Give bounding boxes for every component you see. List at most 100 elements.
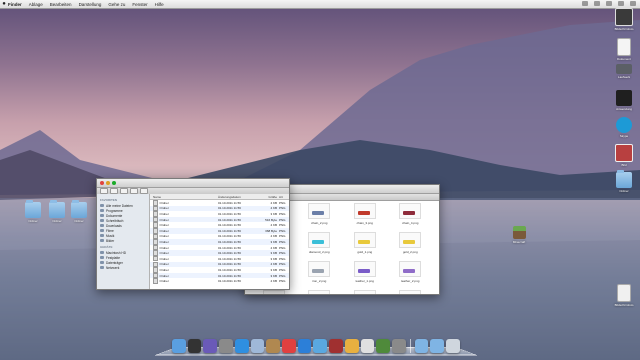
image-thumbnail-icon <box>353 232 376 248</box>
column-header-kind[interactable]: Art <box>277 195 289 199</box>
image-thumbnail-icon <box>308 232 331 248</box>
desktop-icon-drive[interactable]: Laufwerk <box>611 64 637 79</box>
file-icon-item[interactable]: chain_2.png <box>297 203 343 232</box>
launchpad-icon[interactable] <box>219 339 233 353</box>
file-icon-item[interactable]: gold_1.png <box>342 232 388 261</box>
status-icon[interactable] <box>606 1 612 6</box>
file-icon-item[interactable]: chain_4.png <box>388 203 434 232</box>
sidebar-item-pictures[interactable]: Bilder <box>97 238 149 243</box>
close-button[interactable] <box>100 181 104 185</box>
sidebar-section-heading: Geräte <box>100 245 113 249</box>
mail-icon[interactable] <box>250 339 265 353</box>
file-icon-item[interactable]: chain_3.png <box>342 203 388 232</box>
file-icon-item[interactable] <box>251 290 297 294</box>
row-name: Ordner <box>159 245 169 250</box>
finder-sidebar: Favoriten Alle meine Dateien Programme D… <box>97 194 150 289</box>
desktop-icon-label: Bild <box>621 163 627 167</box>
file-icon-item[interactable]: diamond_2.png <box>297 232 343 261</box>
row-size: 3 KB <box>270 239 277 244</box>
downloads-stack-icon[interactable] <box>414 339 429 353</box>
menu-fenster[interactable]: Fenster <box>132 2 147 7</box>
photobooth-icon[interactable] <box>329 339 343 353</box>
status-icon[interactable] <box>618 1 624 6</box>
row-size: 4 KB <box>270 206 277 211</box>
file-icon-label: chain_2.png <box>311 221 328 225</box>
file-icon-label: chain_3.png <box>356 221 373 225</box>
status-icon[interactable] <box>582 1 588 6</box>
desktop-icon-app[interactable]: Anwendung <box>611 90 637 111</box>
contacts-icon[interactable] <box>266 339 281 353</box>
desktop-icon-label: Ordner <box>74 219 84 223</box>
minimize-button[interactable] <box>106 181 110 185</box>
menu-gehe-zu[interactable]: Gehe zu <box>108 2 125 7</box>
desktop-icon-document[interactable]: Dokument <box>611 38 637 61</box>
file-icon-item[interactable] <box>342 290 388 294</box>
thumbnail-graphic <box>403 240 416 244</box>
column-header-date[interactable]: Änderungsdatum <box>218 195 263 199</box>
desktop-folder[interactable]: Ordner <box>20 200 46 223</box>
row-kind: PNG <box>279 234 286 239</box>
row-date: 01.10.2011 11:56 <box>218 245 241 250</box>
finder-window-list-view[interactable]: Favoriten Alle meine Dateien Programme D… <box>96 178 290 290</box>
menu-ablage[interactable]: Ablage <box>29 2 43 7</box>
preview-icon[interactable] <box>344 339 359 353</box>
apple-menu-icon[interactable]: ● <box>0 1 8 7</box>
desktop-icon-photo[interactable]: Bild <box>611 144 637 167</box>
menu-hilfe[interactable]: Hilfe <box>155 2 164 7</box>
row-name: Ordner <box>159 256 169 261</box>
desktop-icon-label: Dokument <box>617 57 631 61</box>
file-icon-item[interactable]: leather_1.png <box>342 261 388 290</box>
row-kind: PNG <box>279 206 286 211</box>
file-icon-item[interactable]: iron_2.png <box>297 261 343 290</box>
spotlight-icon[interactable] <box>630 1 636 6</box>
sidebar-item-label: Musik <box>106 233 115 238</box>
column-header-name[interactable]: Name <box>150 195 218 199</box>
window-titlebar[interactable] <box>97 179 289 188</box>
desktop-icon <box>100 218 104 223</box>
textedit-icon[interactable] <box>360 339 375 353</box>
calendar-icon[interactable] <box>282 339 296 353</box>
drive-icon <box>616 64 632 74</box>
row-kind: PNG <box>279 251 286 256</box>
row-size: 4 KB <box>270 234 277 239</box>
menu-darstellung[interactable]: Darstellung <box>79 2 102 7</box>
file-icon-item[interactable]: gold_2.png <box>388 232 434 261</box>
row-date: 01.10.2011 11:56 <box>218 267 241 272</box>
app-2s-icon <box>616 90 632 106</box>
zoom-button[interactable] <box>112 181 116 185</box>
row-kind: PNG <box>279 267 286 272</box>
row-size: 3 KB <box>270 267 277 272</box>
row-date: 01.10.2011 11:56 <box>218 217 241 222</box>
file-icon-item[interactable]: leather_2.png <box>388 261 434 290</box>
row-size: 4 KB <box>270 279 277 284</box>
folder-icon <box>25 200 41 218</box>
status-icon[interactable] <box>594 1 600 6</box>
table-row[interactable]: Ordner 01.10.2011 11:56 4 KB PNG <box>150 278 289 284</box>
sidebar-item-device[interactable]: Netzwerk <box>97 265 149 270</box>
dashboard-icon[interactable] <box>187 339 202 353</box>
desktop-icon-skype[interactable]: Skype <box>611 117 637 138</box>
sidebar-item-label: Macintosh HD <box>106 250 127 255</box>
appstore-icon[interactable] <box>297 339 312 353</box>
file-icon-item[interactable] <box>388 290 434 294</box>
desktop-icon-folder[interactable]: Ordner <box>611 170 637 193</box>
desktop-icon-label: Anwendung <box>616 107 632 111</box>
desktop-icon-minecraft[interactable]: Minecraft <box>506 226 532 244</box>
row-kind: PNG <box>279 217 286 222</box>
desktop-folder[interactable]: Ordner <box>66 200 92 223</box>
menu-bearbeiten[interactable]: Bearbeiten <box>50 2 72 7</box>
trash-icon[interactable] <box>446 339 460 353</box>
system-preferences-icon[interactable] <box>392 339 406 353</box>
itunes-icon[interactable] <box>313 339 328 353</box>
mission-control-icon[interactable] <box>203 339 218 353</box>
minecraft-icon[interactable] <box>376 339 391 353</box>
desktop-icon-screenshot[interactable]: Bildschirmfoto <box>611 8 637 31</box>
row-name: Ordner <box>159 200 169 205</box>
column-header-size[interactable]: Größe <box>263 195 277 199</box>
safari-icon[interactable] <box>234 339 249 353</box>
menu-finder[interactable]: Finder <box>8 2 22 7</box>
desktop-icon-screenshot[interactable]: Bildschirmfoto <box>611 284 637 307</box>
documents-stack-icon[interactable] <box>430 339 445 353</box>
finder-icon[interactable] <box>172 339 186 353</box>
file-icon-item[interactable] <box>297 290 343 294</box>
